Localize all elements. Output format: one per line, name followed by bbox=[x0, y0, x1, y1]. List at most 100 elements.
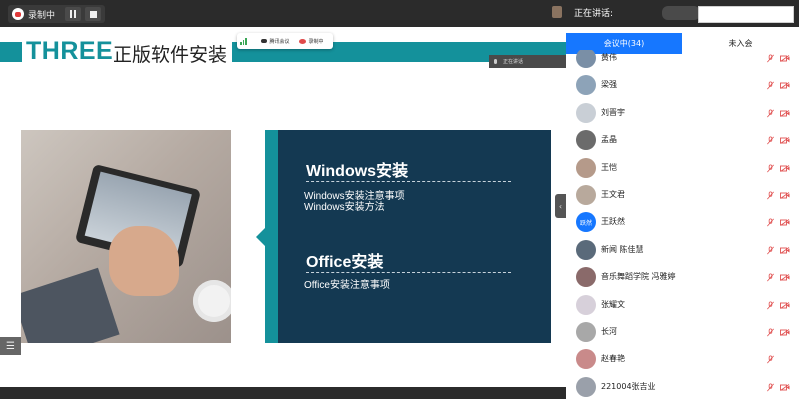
avatar bbox=[576, 349, 596, 370]
avatar bbox=[576, 239, 596, 260]
coffee-cup-image bbox=[193, 280, 231, 322]
participant-name: 刘晋宇 bbox=[601, 107, 625, 117]
mic-muted-icon[interactable] bbox=[766, 81, 775, 90]
cloud-record-icon bbox=[12, 8, 24, 20]
meeting-logo-icon bbox=[260, 39, 267, 43]
pause-recording-button[interactable] bbox=[65, 7, 82, 21]
mic-muted-icon[interactable] bbox=[766, 383, 775, 392]
participant-list: 黄伟梁强刘晋宇孟晶王恺王文君跃然 王跃然新闻 陈佳慧音乐舞蹈学院 冯雅婷 张耀文长河… bbox=[566, 50, 799, 399]
mic-muted-icon[interactable] bbox=[766, 109, 775, 118]
mic-muted-icon[interactable] bbox=[766, 136, 775, 145]
camera-off-icon[interactable] bbox=[780, 192, 790, 199]
slide-section-label: THREE bbox=[26, 37, 114, 65]
agenda-item: Windows安装注意事项 bbox=[304, 191, 405, 202]
slide-header-bar-left bbox=[0, 42, 22, 62]
camera-off-icon[interactable] bbox=[780, 55, 790, 62]
participant-name: 王跃然 bbox=[601, 217, 625, 227]
participant-row[interactable]: 221004张吉业 bbox=[566, 374, 799, 399]
section-divider bbox=[306, 181, 511, 182]
avatar: 跃然 bbox=[576, 212, 596, 233]
speaking-label: 正在讲话: bbox=[574, 9, 614, 19]
agenda-item: Windows安装方法 bbox=[304, 202, 385, 213]
camera-off-icon[interactable] bbox=[780, 301, 790, 309]
mic-muted-icon[interactable] bbox=[766, 246, 775, 255]
participant-name: 孟晶 bbox=[601, 135, 617, 145]
participant-name: 黄伟 bbox=[601, 53, 617, 62]
meeting-pill-label: 腾讯会议 bbox=[269, 38, 290, 45]
mic-muted-icon[interactable] bbox=[766, 54, 775, 63]
current-speaker bbox=[662, 6, 700, 20]
meeting-status-pill[interactable]: 腾讯会议 录制中 bbox=[237, 33, 333, 49]
participant-row[interactable]: 张耀文 bbox=[566, 292, 799, 319]
participant-name: 赵春艳 bbox=[601, 354, 625, 364]
participant-name: 张耀文 bbox=[601, 299, 625, 309]
record-icon bbox=[298, 38, 306, 44]
mic-muted-icon[interactable] bbox=[766, 355, 775, 364]
participant-name: 王恺 bbox=[601, 162, 617, 172]
participant-name: 音乐舞蹈学院 冯雅婷 bbox=[601, 272, 676, 282]
participant-row[interactable]: 王文君 bbox=[566, 182, 799, 209]
avatar bbox=[576, 157, 596, 178]
participant-name: 梁强 bbox=[601, 80, 617, 90]
recording-indicator[interactable]: 录制中 bbox=[8, 5, 106, 23]
mic-muted-icon[interactable] bbox=[766, 218, 775, 227]
participant-row[interactable]: 王恺 bbox=[566, 155, 799, 182]
avatar bbox=[576, 50, 596, 68]
agenda-item: Office安装注意事项 bbox=[304, 280, 390, 291]
avatar bbox=[576, 376, 596, 397]
camera-off-icon[interactable] bbox=[780, 137, 790, 145]
tablet-photo bbox=[21, 130, 231, 343]
avatar bbox=[576, 322, 596, 342]
avatar bbox=[576, 267, 596, 288]
participant-row[interactable]: 长河 bbox=[566, 319, 799, 346]
meeting-pill-recording: 录制中 bbox=[308, 38, 324, 45]
participant-row[interactable]: 黄伟 bbox=[566, 50, 799, 72]
participant-row[interactable]: 跃然 王跃然 bbox=[566, 209, 799, 236]
recording-label: 录制中 bbox=[28, 10, 56, 21]
avatar bbox=[576, 185, 596, 205]
avatar bbox=[576, 102, 596, 123]
participant-row[interactable]: 赵春艳 bbox=[566, 346, 799, 373]
section-heading-office: Office安装 bbox=[306, 254, 384, 271]
mic-muted-icon[interactable] bbox=[766, 301, 775, 310]
participant-row[interactable]: 刘晋宇 bbox=[566, 100, 799, 127]
camera-off-icon[interactable] bbox=[780, 383, 790, 391]
microphone-icon bbox=[494, 59, 497, 64]
camera-off-icon[interactable] bbox=[780, 246, 790, 254]
mic-muted-icon[interactable] bbox=[766, 164, 775, 173]
stop-icon bbox=[89, 10, 97, 18]
stop-recording-button[interactable] bbox=[85, 7, 102, 21]
section-divider bbox=[306, 272, 511, 273]
participants-panel: 正在讲话: 会议中(34) 未入会 黄伟 梁强 刘晋宇 孟晶 王恺 王文君 跃然 王跃然 新闻 … bbox=[566, 0, 799, 399]
participant-name: 长河 bbox=[601, 327, 617, 336]
slide-title: 正版软件安装 bbox=[113, 44, 228, 66]
speaking-indicator: 正在讲话 bbox=[489, 55, 566, 68]
camera-off-icon[interactable] bbox=[780, 274, 790, 282]
camera-off-icon[interactable] bbox=[780, 109, 790, 117]
panel-accent-bar bbox=[265, 130, 278, 343]
mic-muted-icon[interactable] bbox=[766, 273, 775, 282]
participant-row[interactable]: 孟晶 bbox=[566, 127, 799, 154]
camera-off-icon[interactable] bbox=[780, 329, 790, 336]
avatar bbox=[576, 294, 596, 315]
avatar bbox=[576, 130, 596, 151]
mic-muted-icon[interactable] bbox=[766, 328, 775, 337]
participant-row[interactable]: 音乐舞蹈学院 冯雅婷 bbox=[566, 264, 799, 291]
participant-name: 221004张吉业 bbox=[601, 381, 656, 391]
meeting-toolbar: 录制中 bbox=[0, 0, 566, 27]
participant-row[interactable]: 梁强 bbox=[566, 72, 799, 99]
camera-off-icon[interactable] bbox=[780, 219, 790, 227]
list-menu-icon[interactable]: ☰ bbox=[0, 337, 21, 355]
participant-row[interactable]: 新闻 陈佳慧 bbox=[566, 237, 799, 264]
section-heading-windows: Windows安装 bbox=[306, 163, 409, 180]
participant-name: 王文君 bbox=[601, 190, 625, 199]
camera-off-icon[interactable] bbox=[780, 82, 790, 90]
participant-name: 新闻 陈佳慧 bbox=[601, 244, 644, 254]
participant-search-input[interactable] bbox=[698, 6, 794, 23]
mic-muted-icon[interactable] bbox=[766, 191, 775, 200]
camera-off-icon[interactable] bbox=[780, 164, 790, 172]
shared-slide: THREE 正版软件安装 腾讯会议 录制中 正在讲话 Windows安装 Win… bbox=[0, 27, 566, 387]
collapse-sidebar-button[interactable]: ‹ bbox=[555, 194, 566, 218]
signal-icon bbox=[240, 37, 247, 45]
avatar bbox=[576, 75, 596, 96]
